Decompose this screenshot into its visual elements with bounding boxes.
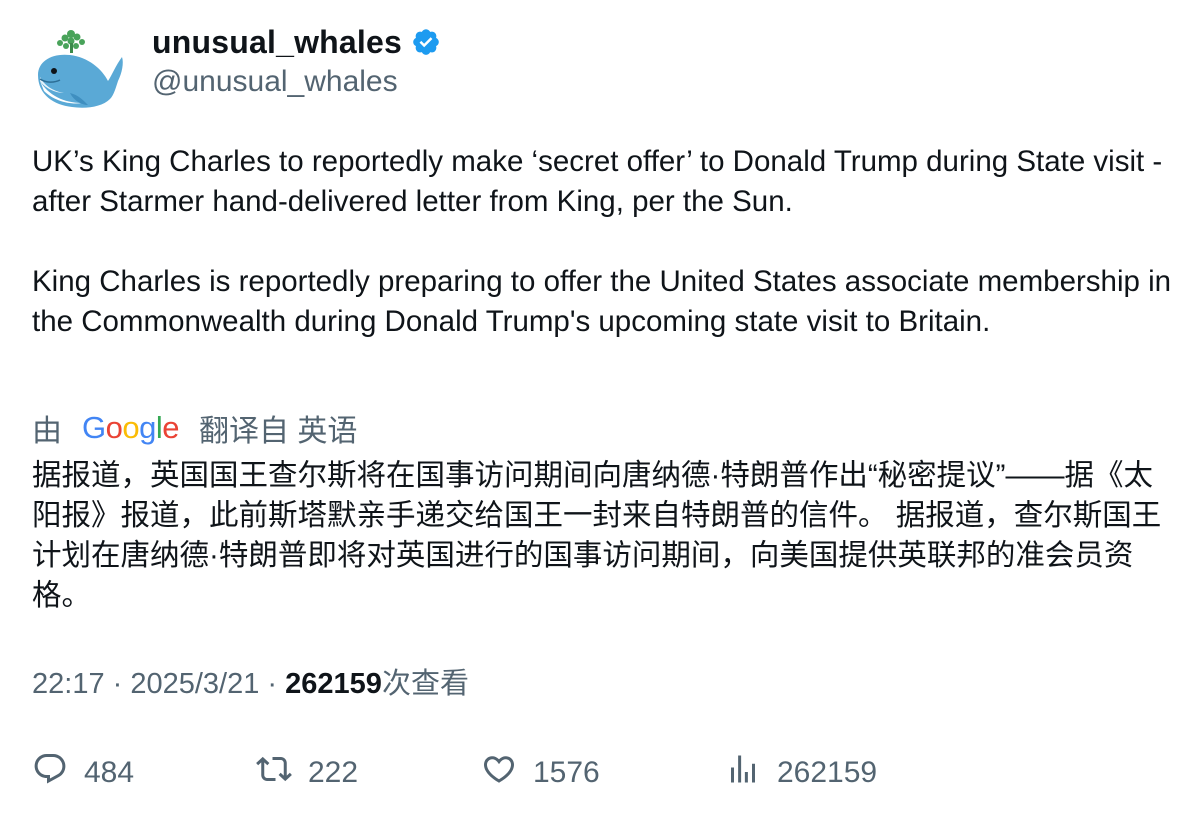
reply-icon (32, 751, 68, 795)
translated-text: 据报道，英国国王查尔斯将在国事访问期间向唐纳德·特朗普作出“秘密提议”——据《太… (32, 459, 1162, 612)
views-button[interactable]: 262159 (725, 750, 877, 796)
like-count: 1576 (533, 756, 600, 789)
heart-icon (481, 751, 517, 795)
whale-avatar-icon[interactable] (30, 25, 126, 115)
like-button[interactable]: 1576 (481, 750, 600, 796)
retweet-button[interactable]: 222 (256, 750, 358, 796)
tweet-time[interactable]: 22:17 (32, 668, 105, 700)
tweet-date[interactable]: 2025/3/21 (130, 668, 259, 700)
tweet-paragraph: King Charles is reportedly preparing to … (32, 265, 1172, 338)
meta-separator: · (104, 668, 131, 700)
retweet-icon (256, 751, 292, 795)
author-handle[interactable]: @unusual_whales (152, 64, 441, 100)
views-count: 262159 (285, 668, 382, 700)
translation-suffix: 翻译自 英语 (199, 415, 358, 448)
reply-count: 484 (84, 756, 135, 789)
views-label: 次查看 (381, 668, 469, 700)
views-action-count: 262159 (777, 756, 878, 789)
tweet-paragraph: UK’s King Charles to reportedly make ‘se… (32, 145, 1163, 218)
translation-prefix: 由 (32, 415, 62, 448)
tweet-card: unusual_whales @unusual_whales UK’s King… (0, 0, 1196, 818)
retweet-count: 222 (308, 756, 359, 789)
tweet-meta: 22:17 · 2025/3/21 · 262159次查看 (32, 664, 469, 704)
verified-badge-icon (411, 27, 441, 57)
translation-attribution[interactable]: 由 Google 翻译自 英语 (32, 407, 357, 449)
author-block: unusual_whales @unusual_whales (152, 22, 441, 100)
google-logo: Google (82, 410, 180, 445)
author-display-name[interactable]: unusual_whales (152, 24, 402, 61)
tweet-text: UK’s King Charles to reportedly make ‘se… (32, 142, 1172, 342)
reply-button[interactable]: 484 (32, 750, 134, 796)
analytics-icon (725, 751, 761, 795)
meta-separator: · (259, 668, 286, 700)
action-bar: 484 222 1576 262159 (32, 750, 1172, 796)
